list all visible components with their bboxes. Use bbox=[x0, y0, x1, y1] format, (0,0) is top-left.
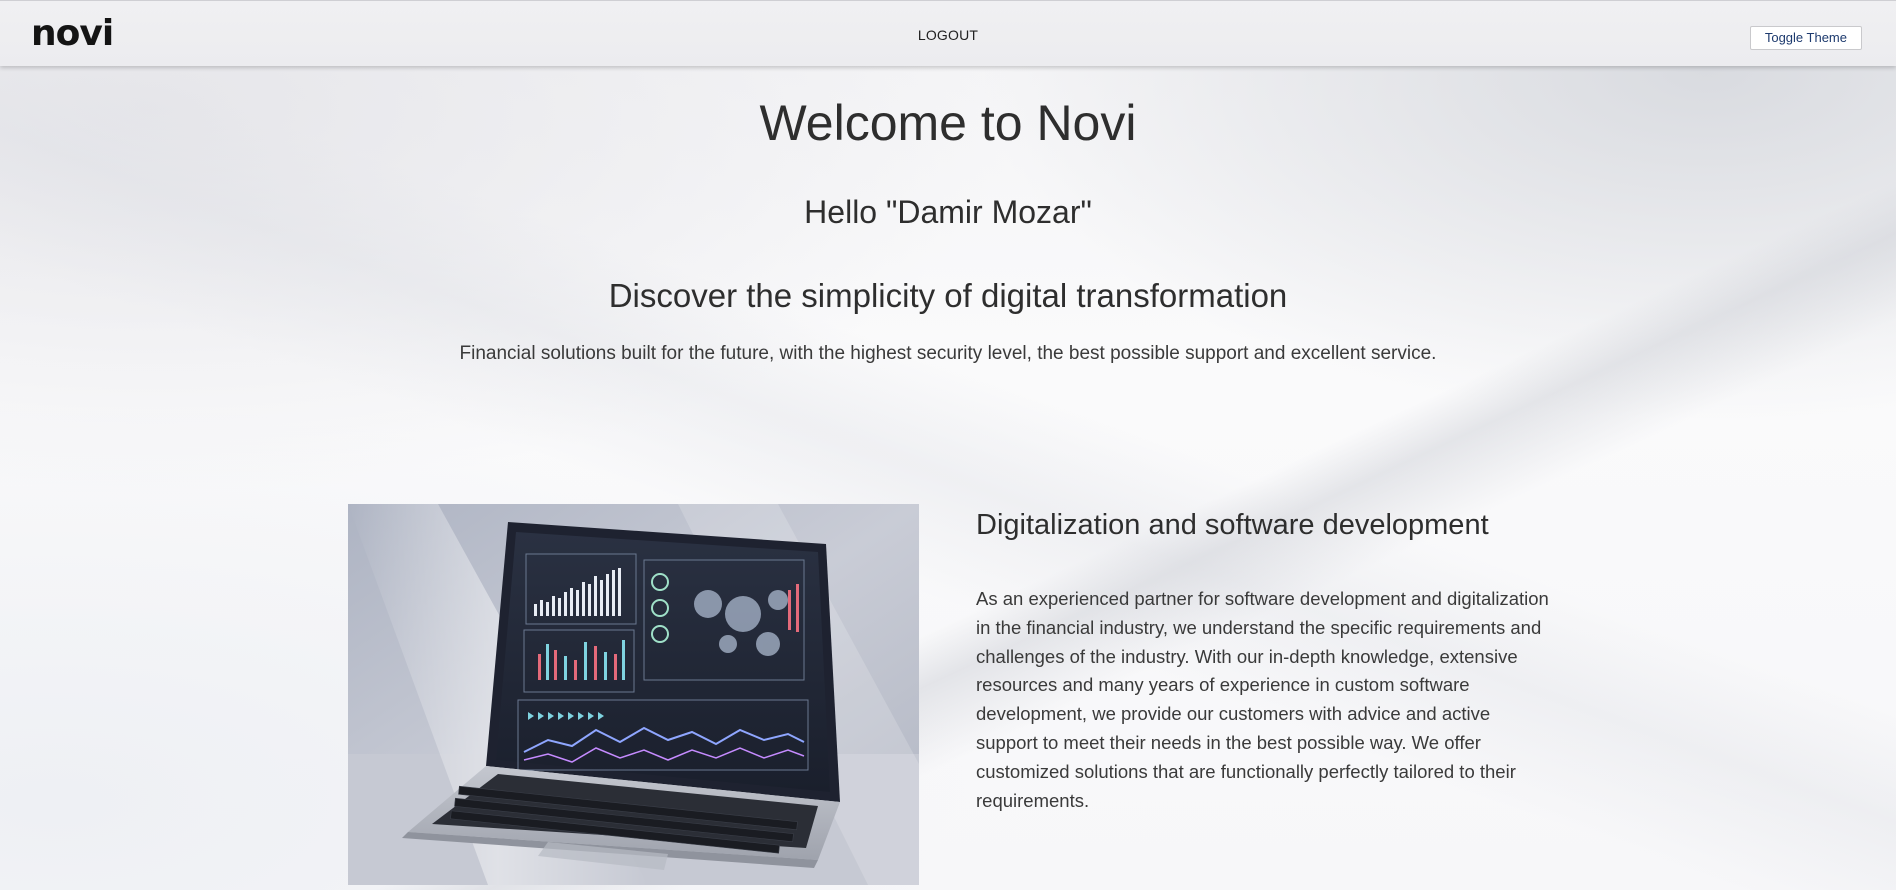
logout-nav-container: LOGOUT bbox=[0, 27, 1896, 43]
feature-title: Digitalization and software development bbox=[976, 509, 1489, 541]
laptop-dashboard-image bbox=[348, 504, 919, 885]
user-greeting: Hello "Damir Mozar" bbox=[804, 194, 1092, 230]
toggle-theme-button[interactable]: Toggle Theme bbox=[1749, 26, 1862, 50]
headline: Discover the simplicity of digital trans… bbox=[608, 277, 1288, 314]
feature-body: As an experienced partner for software d… bbox=[976, 588, 1549, 811]
top-navbar: novi LOGOUT Toggle Theme bbox=[0, 0, 1896, 66]
welcome-heading: Welcome to Novi bbox=[759, 95, 1137, 151]
tagline: Financial solutions built for the future… bbox=[459, 343, 1437, 364]
logout-link[interactable]: LOGOUT bbox=[914, 27, 982, 43]
